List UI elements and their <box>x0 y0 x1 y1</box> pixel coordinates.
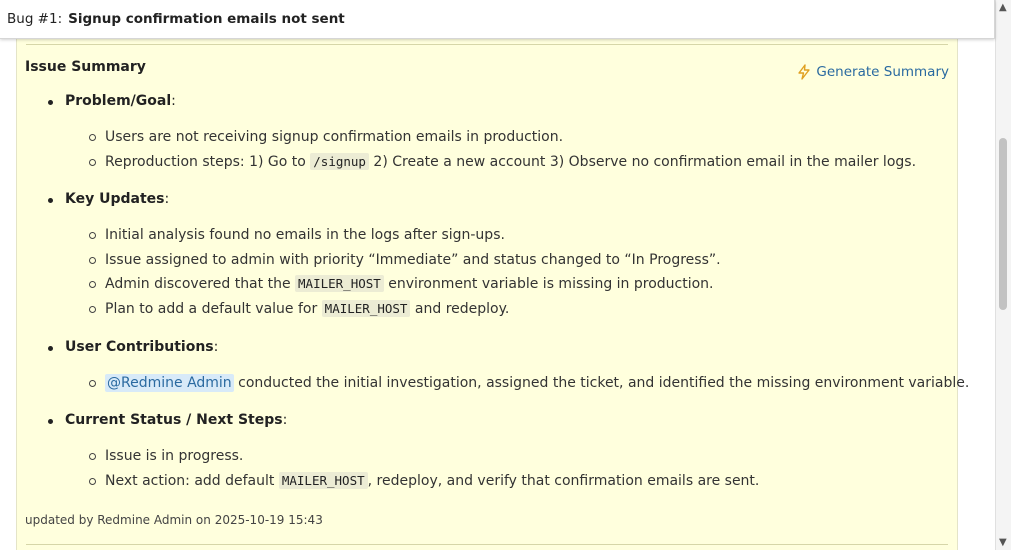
bullet-dot <box>48 346 53 351</box>
vertical-scrollbar[interactable]: ▲ ▼ <box>995 0 1011 550</box>
text-segment: and redeploy. <box>410 300 510 317</box>
bullet-circle <box>89 158 96 166</box>
bullet-dot <box>48 419 53 424</box>
text-segment: environment variable is missing in produ… <box>383 276 714 292</box>
user-mention-link[interactable]: @Redmine Admin <box>105 374 234 392</box>
bullet-circle <box>89 232 96 239</box>
section-heading-label: Problem/Goal <box>65 93 172 109</box>
text-segment: Admin discovered that the <box>105 276 296 292</box>
bug-number: Bug #1: <box>7 11 63 27</box>
inline-code: MAILER_HOST <box>295 275 384 292</box>
bullet-dot <box>48 100 53 105</box>
section-heading: Problem/Goal: <box>65 93 176 109</box>
list-item-text: @Redmine Admin conducted the initial inv… <box>105 374 970 392</box>
section-heading: User Contributions: <box>65 339 219 355</box>
text-segment: Next action: add default <box>105 472 279 489</box>
list-item-text: Reproduction steps: 1) Go to /signup 2) … <box>105 152 917 170</box>
section-heading-label: Current Status / Next Steps <box>65 412 283 428</box>
section-heading: Key Updates: <box>65 191 170 207</box>
lightning-icon <box>798 64 811 80</box>
generate-summary-button[interactable]: Generate Summary <box>796 64 949 80</box>
bullet-circle <box>89 453 96 460</box>
divider <box>26 544 948 545</box>
section-heading-label: User Contributions <box>65 339 214 355</box>
bullet-circle <box>89 305 96 313</box>
list-item-text: Users are not receiving signup confirmat… <box>105 129 563 145</box>
issue-header-bar: Bug #1: Signup confirmation emails not s… <box>0 0 995 39</box>
text-segment: Plan to add a default value for <box>105 300 322 317</box>
text-segment: Issue is in progress. <box>105 448 244 464</box>
list-item-text: Initial analysis found no emails in the … <box>105 227 505 243</box>
text-segment: , redeploy, and verify that confirmation… <box>367 472 760 489</box>
text-segment: Issue assigned to admin with priority “I… <box>105 251 721 268</box>
bullet-circle <box>89 281 96 288</box>
list-item-text: Plan to add a default value for MAILER_H… <box>105 299 510 317</box>
updated-by-note: updated by Redmine Admin on 2025-10-19 1… <box>25 513 323 527</box>
bullet-dot <box>48 198 53 203</box>
text-segment: Initial analysis found no emails in the … <box>105 227 505 243</box>
text-segment: Reproduction steps: 1) Go to <box>105 153 311 170</box>
list-item-text: Admin discovered that the MAILER_HOST en… <box>105 275 714 292</box>
section-heading: Current Status / Next Steps: <box>65 412 288 428</box>
bullet-circle <box>89 256 96 264</box>
scroll-up-icon[interactable]: ▲ <box>999 2 1007 13</box>
scrollbar-thumb[interactable] <box>999 138 1007 310</box>
text-segment: Users are not receiving signup confirmat… <box>105 129 564 145</box>
list-item-text: Issue assigned to admin with priority “I… <box>105 252 721 268</box>
summary-title: Issue Summary <box>25 59 146 75</box>
bullet-circle <box>89 134 96 141</box>
section-heading-label: Key Updates <box>65 191 165 207</box>
text-segment: 2) Create a new account 3) Observe no co… <box>368 153 917 170</box>
issue-summary-box: Issue Summary Generate Summary Problem/G… <box>16 30 969 550</box>
bullet-circle <box>89 380 96 387</box>
bullet-circle <box>89 477 96 485</box>
issue-page: Issue Summary Generate Summary Problem/G… <box>0 0 976 550</box>
inline-code: /signup <box>310 152 369 170</box>
inline-code: MAILER_HOST <box>321 299 411 317</box>
scroll-down-icon[interactable]: ▼ <box>999 537 1007 548</box>
text-segment: conducted the initial investigation, ass… <box>233 375 970 391</box>
inline-code: MAILER_HOST <box>278 471 368 489</box>
list-item-text: Issue is in progress. <box>105 448 243 464</box>
issue-subject: Signup confirmation emails not sent <box>68 11 345 27</box>
list-item-text: Next action: add default MAILER_HOST, re… <box>105 471 760 489</box>
divider <box>26 44 948 45</box>
generate-summary-label: Generate Summary <box>816 64 949 80</box>
